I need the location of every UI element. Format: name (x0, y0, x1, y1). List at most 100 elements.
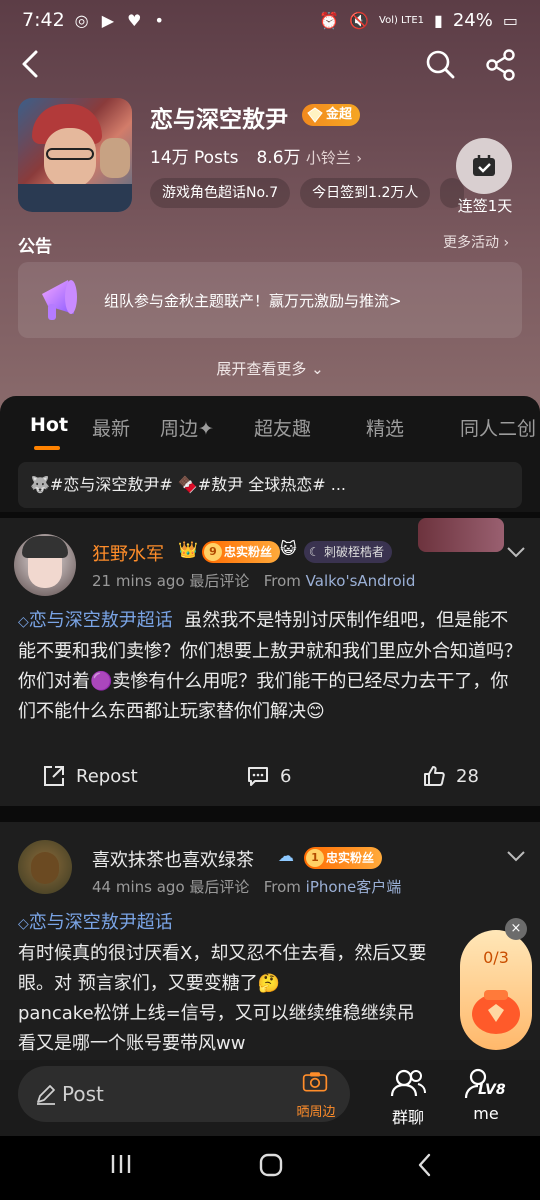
comment-count: 6 (280, 765, 292, 787)
post-meta: 21 mins ago 最后评论 From Valko'sAndroid (92, 570, 415, 591)
pinned-topics-bar[interactable]: 🐺#恋与深空敖尹# 🍫#敖尹 全球热恋# ... (18, 462, 522, 508)
cloud-icon: ☁ (278, 846, 294, 865)
gold-super-badge[interactable]: 金超 (302, 104, 361, 126)
back-arrow-icon[interactable] (16, 46, 46, 82)
fan-level: 9 (204, 543, 222, 561)
reward-progress: 0/3 (483, 948, 509, 967)
repost-button[interactable]: Repost (42, 764, 138, 788)
share-icon[interactable] (484, 48, 518, 82)
checkin-button[interactable] (456, 138, 512, 194)
lucky-bag-icon (472, 990, 520, 1034)
topic-link[interactable]: ◇恋与深空敖尹超话 (18, 610, 173, 631)
source-prefix: From (263, 572, 301, 590)
notice-card[interactable]: 组队参与金秋主题联产！赢万元激励与推流> (18, 262, 522, 338)
more-activity-label: 更多活动 (443, 235, 499, 251)
followers-group[interactable]: 8.6万 小铃兰 › (256, 143, 361, 168)
fan-level-badge[interactable]: 1 忠实粉丝 (304, 847, 383, 869)
community-avatar[interactable] (18, 98, 132, 212)
me-button[interactable]: LV8 me (458, 1066, 514, 1123)
battery-level: 24% (452, 9, 493, 31)
tab-bar: Hot 最新 周边✦ 超友趣 精选 同人二创 (0, 410, 540, 444)
tag-ranking[interactable]: 游戏角色超话No.7 (150, 178, 291, 208)
post-card[interactable]: 狂野水军 👑 9 忠实粉丝 😺 ☾ 刺破桎梏者 21 mins ago 最后评论… (0, 518, 540, 806)
tab-latest[interactable]: 最新 (92, 414, 130, 441)
repost-icon (44, 766, 64, 786)
community-tags: 游戏角色超话No.7 今日签到1.2万人 (150, 178, 465, 208)
avatar[interactable] (14, 534, 76, 596)
title-chip[interactable]: ☾ 刺破桎梏者 (304, 541, 393, 563)
post-text-line: 眼。对 预言家们，又要变糖了🤔 (18, 973, 281, 994)
post-username[interactable]: 喜欢抹茶也喜欢绿茶 (92, 846, 254, 872)
status-notification-icons: ◎ ▶ ♥ • (74, 10, 168, 30)
active-tab-indicator (34, 446, 60, 450)
group-chat-icon (390, 1069, 426, 1097)
megaphone-icon (42, 280, 77, 320)
post-source: Valko'sAndroid (305, 572, 416, 590)
avatar[interactable] (18, 840, 72, 894)
thumbs-up-icon (424, 766, 445, 786)
like-button[interactable]: 28 (422, 764, 479, 788)
divider (0, 806, 540, 822)
battery-icon: ▭ (502, 10, 518, 30)
home-icon[interactable] (258, 1152, 284, 1178)
repost-label: Repost (76, 765, 138, 787)
notice-title: 公告 (18, 237, 52, 257)
status-bar: 7:42 ◎ ▶ ♥ • ⏰ 🔇 Vol) LTE1 ▮ 24% ▭ (0, 0, 540, 40)
chevron-down-icon[interactable] (504, 544, 528, 560)
back-nav-icon[interactable] (412, 1152, 438, 1178)
close-icon[interactable]: × (505, 918, 527, 940)
checkin-label: 连签1天 (457, 197, 513, 215)
comment-icon (248, 767, 268, 786)
post-input-label: Post (62, 1082, 104, 1106)
community-title: 恋与深空敖尹 (150, 107, 288, 133)
post-username[interactable]: 狂野水军 (92, 540, 164, 566)
mute-icon: 🔇 (349, 10, 370, 30)
expand-label: 展开查看更多 (216, 360, 307, 378)
network-label: Vol) LTE1 (379, 14, 425, 26)
decoration-sticker (418, 518, 504, 552)
post-text-line: 看又是哪一个账号要带风ww (18, 1033, 246, 1054)
comment-button[interactable]: 6 (246, 764, 291, 788)
tab-super-fun[interactable]: 超友趣 (254, 414, 311, 441)
status-time: 7:42 (22, 9, 65, 31)
source-prefix: From (263, 878, 301, 896)
post-card[interactable]: 喜欢抹茶也喜欢绿茶 ☁ 1 忠实粉丝 44 mins ago 最后评论 From… (0, 822, 540, 1060)
tab-merch[interactable]: 周边✦ (160, 414, 214, 441)
fan-badge-label: 忠实粉丝 (224, 545, 273, 559)
alarm-icon: ⏰ (319, 10, 340, 30)
expand-more[interactable]: 展开查看更多 ⌄ (0, 358, 540, 379)
tab-hot[interactable]: Hot (30, 414, 68, 436)
chevron-down-icon: ⌄ (311, 360, 324, 378)
chevron-down-icon[interactable] (504, 848, 528, 864)
followers-count: 8.6万 (256, 148, 301, 168)
pencil-icon (37, 1085, 55, 1105)
group-chat-button[interactable]: 群聊 (384, 1066, 432, 1128)
chevron-right-icon: › (503, 235, 510, 251)
tab-fan-creations[interactable]: 同人二创 (460, 414, 536, 441)
camera-icon[interactable] (292, 1068, 338, 1102)
fan-level-badge[interactable]: 9 忠实粉丝 (202, 541, 281, 563)
reward-widget[interactable]: 0/3 (460, 930, 532, 1050)
more-activity-link[interactable]: 更多活动 › (443, 232, 509, 252)
top-nav (0, 44, 540, 84)
title-chip-label: 刺破桎梏者 (324, 545, 385, 559)
moderator-name: 小铃兰 (305, 149, 351, 167)
like-count: 28 (456, 765, 479, 787)
tab-featured[interactable]: 精选 (366, 414, 404, 441)
moon-icon: ☾ (309, 545, 320, 559)
search-icon[interactable] (424, 48, 456, 80)
gem-icon (307, 107, 323, 123)
topic-link[interactable]: ◇恋与深空敖尹超话 (18, 908, 522, 939)
post-source: iPhone客户端 (305, 878, 402, 896)
signal-icon: ▮ (434, 10, 443, 30)
merch-post-label[interactable]: 晒周边 (288, 1101, 344, 1120)
emoji-badge-icon: 😺 (280, 539, 297, 558)
recents-icon[interactable] (108, 1152, 134, 1176)
tag-checkin-count[interactable]: 今日签到1.2万人 (300, 178, 431, 208)
post-time: 21 mins ago 最后评论 (92, 572, 250, 590)
community-stats: 14万 Posts 8.6万 小铃兰 › (150, 143, 362, 168)
chevron-right-icon: › (356, 151, 362, 167)
topic-link-text: 恋与深空敖尹超话 (28, 912, 173, 933)
user-level: LV8 (478, 1082, 506, 1098)
calendar-check-icon (473, 155, 495, 176)
